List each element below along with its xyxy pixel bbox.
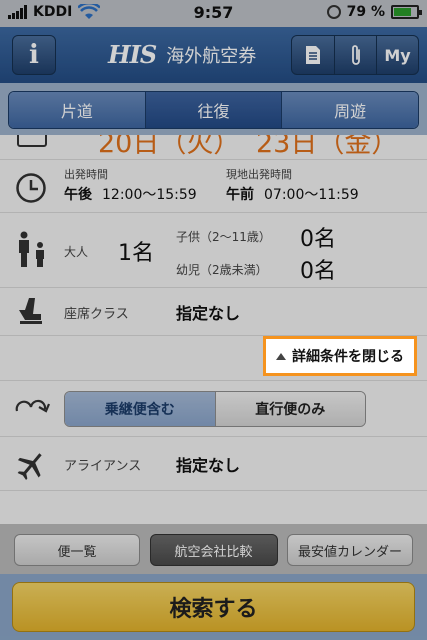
seat-class-label: 座席クラス	[64, 307, 129, 322]
status-bar: KDDI 9:57 79 %	[0, 0, 427, 27]
child-label: 子供（2〜11歳）	[176, 230, 271, 244]
option-include-connections[interactable]: 乗継便含む	[65, 392, 215, 426]
local-time-label: 現地出発時間	[226, 168, 292, 181]
depart-period: 午後	[64, 187, 92, 203]
tab-flight-list[interactable]: 便一覧	[14, 534, 140, 566]
tab-multi-city[interactable]: 周遊	[281, 92, 418, 128]
connection-icon	[15, 399, 51, 413]
page-title: 海外航空券	[166, 45, 257, 67]
search-form: 20日（火） 23日（金） 出発時間 午後 12:00〜15:59 現地出発時間 …	[0, 135, 427, 491]
brand: HIS 海外航空券	[108, 40, 256, 69]
depart-time-value: 午後 12:00〜15:59	[64, 184, 197, 204]
document-icon	[306, 46, 320, 64]
trip-type-bar: 片道 往復 周遊	[0, 83, 427, 135]
search-area: 検索する	[0, 574, 427, 640]
result-type-tabs: 便一覧 航空会社比較 最安値カレンダー	[0, 524, 427, 574]
depart-date: 20日（火）	[98, 135, 241, 159]
tab-one-way[interactable]: 片道	[9, 92, 145, 128]
family-icon	[19, 231, 44, 267]
his-logo: HIS	[108, 40, 157, 69]
child-count: 0名	[300, 227, 336, 252]
alliance-label: アライアンス	[64, 459, 142, 474]
close-details-button[interactable]: 詳細条件を閉じる	[263, 336, 417, 376]
rotation-lock-icon	[326, 5, 341, 19]
search-button[interactable]: 検索する	[12, 582, 415, 632]
tab-lowest-fare-calendar[interactable]: 最安値カレンダー	[287, 534, 413, 566]
airplane-icon	[17, 453, 42, 481]
connection-segment: 乗継便含む 直行便のみ	[64, 391, 366, 427]
infant-label: 幼児（2歳未満）	[176, 263, 268, 277]
info-button[interactable]: i	[12, 35, 56, 75]
alliance-value: 指定なし	[176, 456, 241, 475]
paperclip-icon	[351, 45, 360, 65]
app-header: i HIS 海外航空券 My	[0, 27, 427, 83]
adult-label: 大人	[64, 245, 89, 259]
tab-round-trip[interactable]: 往復	[144, 92, 282, 128]
seat-class-row[interactable]: 座席クラス 指定なし	[0, 288, 427, 336]
seat-icon	[19, 298, 42, 324]
document-button[interactable]	[292, 36, 334, 74]
battery-icon	[391, 5, 422, 19]
depart-time-range: 12:00〜15:59	[102, 187, 197, 203]
local-time-range: 07:00〜11:59	[264, 187, 359, 203]
passenger-row[interactable]: 大人 1名 子供（2〜11歳） 0名 幼児（2歳未満） 0名	[0, 213, 427, 288]
local-time-value: 午前 07:00〜11:59	[226, 184, 359, 204]
my-page-button[interactable]: My	[376, 36, 418, 74]
alliance-row[interactable]: アライアンス 指定なし	[0, 437, 427, 491]
time-row[interactable]: 出発時間 午後 12:00〜15:59 現地出発時間 午前 07:00〜11:59	[0, 160, 427, 213]
calendar-icon	[17, 135, 47, 147]
return-date: 23日（金）	[256, 135, 399, 159]
adult-count: 1名	[118, 241, 154, 266]
triangle-up-icon	[276, 352, 286, 360]
clip-button[interactable]	[334, 36, 376, 74]
header-actions: My	[291, 35, 419, 75]
close-details-label: 詳細条件を閉じる	[292, 349, 404, 365]
detail-toggle-row: 詳細条件を閉じる	[0, 336, 427, 381]
seat-class-value: 指定なし	[176, 304, 241, 323]
trip-type-segment: 片道 往復 周遊	[8, 91, 419, 129]
depart-time-label: 出発時間	[64, 168, 108, 181]
connection-row: 乗継便含む 直行便のみ	[0, 381, 427, 437]
battery-percent: 79 %	[346, 4, 385, 20]
tab-airline-compare[interactable]: 航空会社比較	[149, 534, 278, 566]
date-row[interactable]: 20日（火） 23日（金）	[0, 135, 427, 160]
option-direct-only[interactable]: 直行便のみ	[214, 392, 365, 426]
infant-count: 0名	[300, 259, 336, 284]
clock-icon	[16, 173, 46, 203]
local-period: 午前	[226, 187, 254, 203]
